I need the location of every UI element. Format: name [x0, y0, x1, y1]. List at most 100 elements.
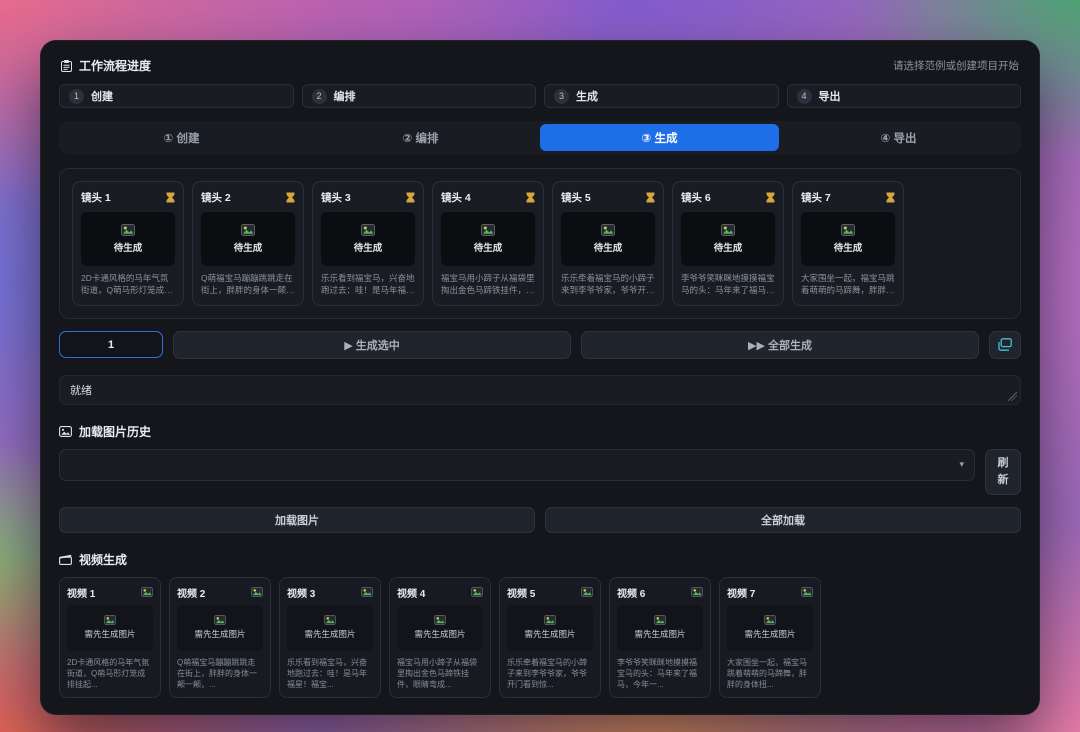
resize-handle[interactable] [1008, 391, 1017, 401]
shot-card-4[interactable]: 镜头 4 待生成 福宝马用小蹄子从福袋里掏出金色马蹄铁挂件，眼睛弯成... [432, 181, 544, 306]
load-images-button[interactable]: 加载图片 [59, 506, 535, 533]
shot-description: 李爷爷笑眯眯地摸摸福宝马的头：马年来了福马，今年一... [681, 273, 775, 295]
tab-export[interactable]: ④ 导出 [779, 124, 1018, 151]
video-placeholder: 需先生成图片 [727, 604, 813, 651]
image-icon [691, 587, 703, 598]
image-icon [121, 224, 135, 236]
shot-card-header: 镜头 3 [321, 190, 415, 205]
shot-status: 待生成 [713, 243, 743, 254]
video-card-6[interactable]: 视频 6 需先生成图片 李爷爷笑眯眯地摸摸福宝马的头：马年来了福马，今年一... [609, 576, 711, 698]
video-placeholder: 需先生成图片 [67, 604, 153, 651]
video-card-header: 视频 7 [727, 585, 813, 600]
image-icon [471, 587, 483, 598]
video-title: 视频 5 [507, 588, 536, 600]
video-card-2[interactable]: 视频 2 需先生成图片 Q萌福宝马蹦蹦跳跳走在街上，胖胖的身体一颠一颠，... [169, 576, 271, 698]
image-icon [241, 224, 255, 236]
shot-card-header: 镜头 1 [81, 190, 175, 205]
image-icon [581, 587, 593, 598]
clipboard-icon [61, 59, 72, 72]
shot-description: 福宝马用小蹄子从福袋里掏出金色马蹄铁挂件，眼睛弯成... [441, 273, 535, 295]
status-text: 就绪 [70, 384, 92, 397]
video-description: 福宝马用小蹄子从福袋里掏出金色马蹄铁挂件，眼睛弯成... [397, 657, 477, 689]
clapperboard-icon [59, 554, 72, 565]
image-icon [361, 587, 373, 598]
video-title: 视频 7 [727, 588, 756, 600]
selected-shot-input[interactable]: 1 [59, 331, 163, 359]
shot-card-6[interactable]: 镜头 6 待生成 李爷爷笑眯眯地摸摸福宝马的头：马年来了福马，今年一... [672, 181, 784, 306]
video-title: 视频 6 [617, 588, 646, 600]
section-title-text: 视频生成 [79, 552, 128, 567]
video-cards-container: 视频 1 需先生成图片 2D卡通风格的马年气氛街道，Q萌马形灯笼成排挂起... … [59, 576, 1021, 698]
hourglass-icon [166, 192, 175, 203]
shot-placeholder: 待生成 [681, 212, 775, 266]
video-card-header: 视频 5 [507, 585, 593, 600]
video-placeholder: 需先生成图片 [287, 604, 373, 651]
image-icon [141, 587, 153, 598]
video-title: 视频 3 [287, 588, 316, 600]
step-label: 导出 [818, 91, 841, 103]
hourglass-icon [766, 192, 775, 203]
shot-title: 镜头 4 [441, 192, 471, 204]
shot-card-5[interactable]: 镜头 5 待生成 乐乐牵着福宝马的小蹄子来到李爷爷家，爷爷开门看到惊... [552, 181, 664, 306]
step-number: 1 [69, 88, 84, 104]
shot-placeholder: 待生成 [81, 212, 175, 266]
refresh-images-button[interactable] [989, 330, 1021, 359]
image-icon [214, 615, 226, 626]
video-placeholder: 需先生成图片 [617, 604, 703, 651]
shot-card-2[interactable]: 镜头 2 待生成 Q萌福宝马蹦蹦跳跳走在街上，胖胖的身体一颠一颠，... [192, 181, 304, 306]
video-status: 需先生成图片 [634, 629, 686, 640]
step-arrange: 2 编排 [301, 84, 536, 108]
video-description: 乐乐看到福宝马，兴奋地跑过去：哇！是马年福星！福宝... [287, 657, 367, 689]
shot-title: 镜头 1 [81, 192, 111, 204]
tab-create[interactable]: ① 创建 [62, 124, 301, 151]
hourglass-icon [406, 192, 415, 203]
window-title: 工作流程进度 [79, 59, 152, 73]
hourglass-icon [526, 192, 535, 203]
shot-title: 镜头 5 [561, 192, 591, 204]
shot-description: Q萌福宝马蹦蹦跳跳走在街上，胖胖的身体一颠一颠，... [201, 273, 295, 295]
section-title-text: 加载图片历史 [79, 424, 152, 439]
image-history-row: ▾ 刷新 [59, 448, 1021, 495]
workflow-steps: 1 创建 2 编排 3 生成 4 导出 [59, 84, 1021, 108]
shot-card-header: 镜头 2 [201, 190, 295, 205]
video-placeholder: 需先生成图片 [177, 604, 263, 651]
hourglass-icon [646, 192, 655, 203]
refresh-history-button[interactable]: 刷新 [985, 448, 1021, 495]
shot-title: 镜头 3 [321, 192, 351, 204]
refresh-label: 刷新 [997, 456, 1009, 486]
video-placeholder: 需先生成图片 [397, 604, 483, 651]
step-number: 3 [554, 88, 569, 104]
shot-card-3[interactable]: 镜头 3 待生成 乐乐看到福宝马，兴奋地跑过去：哇！是马年福星！福宝... [312, 181, 424, 306]
video-card-1[interactable]: 视频 1 需先生成图片 2D卡通风格的马年气氛街道，Q萌马形灯笼成排挂起... [59, 576, 161, 698]
history-dropdown[interactable]: ▾ [59, 448, 975, 481]
shot-status: 待生成 [113, 243, 143, 254]
shot-title: 镜头 6 [681, 192, 711, 204]
video-card-header: 视频 4 [397, 585, 483, 600]
shot-description: 2D卡通风格的马年气氛街道，Q萌马形灯笼成排挂起，红... [81, 273, 173, 295]
image-icon [104, 615, 116, 626]
shot-status: 待生成 [593, 243, 623, 254]
video-card-7[interactable]: 视频 7 需先生成图片 大家围坐一起，福宝马跳着萌萌的马蹄舞，胖胖的身体扭... [719, 576, 821, 698]
stacked-photos-icon [998, 338, 1012, 352]
status-textarea[interactable]: 就绪 [59, 374, 1021, 405]
video-title: 视频 2 [177, 588, 206, 600]
window-title-group: 工作流程进度 [61, 57, 151, 74]
shot-card-7[interactable]: 镜头 7 待生成 大家围坐一起，福宝马跳着萌萌的马蹄舞，胖胖的身体扭... [792, 181, 904, 306]
image-icon [601, 224, 615, 236]
video-description: 乐乐牵着福宝马的小蹄子来到李爷爷家，爷爷开门看到惊... [507, 657, 587, 689]
generate-selected-button[interactable]: ▶ 生成选中 [173, 330, 571, 359]
video-card-4[interactable]: 视频 4 需先生成图片 福宝马用小蹄子从福袋里掏出金色马蹄铁挂件，眼睛弯成... [389, 576, 491, 698]
video-card-5[interactable]: 视频 5 需先生成图片 乐乐牵着福宝马的小蹄子来到李爷爷家，爷爷开门看到惊... [499, 576, 601, 698]
generate-all-button[interactable]: ▶▶ 全部生成 [581, 330, 979, 359]
shot-card-1[interactable]: 镜头 1 待生成 2D卡通风格的马年气氛街道，Q萌马形灯笼成排挂起，红... [72, 181, 184, 306]
video-card-3[interactable]: 视频 3 需先生成图片 乐乐看到福宝马，兴奋地跑过去：哇！是马年福星！福宝... [279, 576, 381, 698]
load-all-button[interactable]: 全部加载 [545, 506, 1021, 533]
image-icon [764, 615, 776, 626]
tab-arrange[interactable]: ② 编排 [301, 124, 540, 151]
step-export: 4 导出 [786, 84, 1021, 108]
tab-generate[interactable]: ③ 生成 [540, 124, 779, 151]
hourglass-icon [886, 192, 895, 203]
video-placeholder: 需先生成图片 [507, 604, 593, 651]
step-label: 编排 [333, 91, 356, 103]
load-buttons-row: 加载图片 全部加载 [59, 506, 1021, 533]
